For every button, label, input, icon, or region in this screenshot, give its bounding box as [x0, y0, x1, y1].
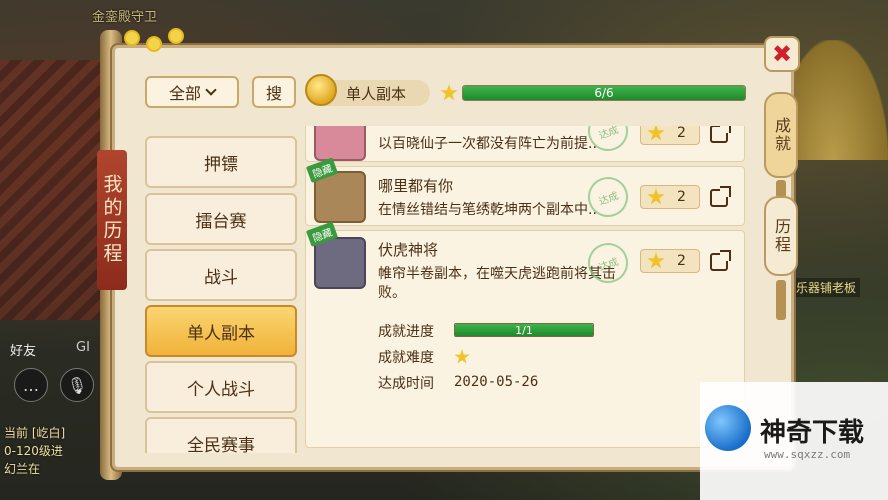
- difficulty-label: 成就难度: [378, 350, 434, 366]
- close-icon: ✖: [771, 40, 793, 68]
- filter-dropdown[interactable]: 全部: [145, 76, 239, 108]
- achievement-progress-text: 1/1: [515, 324, 533, 337]
- chat-line: 幻兰在: [4, 462, 41, 476]
- achievement-progress-bar: 1/1: [454, 323, 594, 337]
- category-item-battle[interactable]: 战斗: [145, 249, 297, 301]
- points-badge: 2: [640, 126, 700, 145]
- star-icon: [647, 188, 665, 205]
- points-value: 2: [677, 126, 686, 141]
- category-item-escort[interactable]: 押镖: [145, 136, 297, 188]
- category-item-personal-battle[interactable]: 个人战斗: [145, 361, 297, 413]
- date-label: 达成时间: [378, 376, 434, 392]
- close-button[interactable]: ✖: [764, 36, 800, 72]
- star-icon: [647, 126, 665, 141]
- filter-dropdown-label: 全部: [168, 84, 201, 103]
- category-progress-bar: 6/6: [462, 85, 746, 101]
- hud-g-label: GI: [76, 340, 90, 355]
- category-list[interactable]: 押镖 擂台赛 战斗 单人副本 个人战斗 全民赛事: [145, 118, 303, 453]
- tab-achievements[interactable]: 成就: [764, 92, 798, 178]
- watermark-logo: [705, 405, 751, 451]
- tab-history[interactable]: 历程: [764, 196, 798, 276]
- difficulty-star-icon: [454, 349, 470, 364]
- search-button[interactable]: 搜: [252, 76, 296, 108]
- date-value: 2020-05-26: [454, 374, 539, 390]
- panel-title: 我的历程: [97, 150, 127, 290]
- entry-title: 伏虎神将: [378, 241, 439, 259]
- trophy-icon: [305, 74, 337, 106]
- star-icon: [647, 252, 665, 269]
- flower-achievement-icon: [314, 126, 366, 161]
- flower-decoration: [118, 28, 198, 58]
- background-roof: [0, 60, 110, 320]
- points-badge: 2: [640, 249, 700, 273]
- watermark-title: 神奇下载: [760, 418, 865, 448]
- share-icon[interactable]: [710, 250, 731, 271]
- entry-title: 哪里都有你: [378, 177, 454, 195]
- chat-line: 0-120级进: [4, 444, 63, 458]
- microphone-icon[interactable]: 🎙: [60, 368, 94, 402]
- npc-guard-label: 金銮殿守卫: [92, 10, 158, 25]
- list-item[interactable]: 以百晓仙子一次都没有阵亡为前提.. 达成 2: [305, 126, 745, 162]
- points-badge: 2: [640, 185, 700, 209]
- category-item-arena[interactable]: 擂台赛: [145, 193, 297, 245]
- achievement-list[interactable]: 以百晓仙子一次都没有阵亡为前提.. 达成 2 隐藏 哪里都有你 在情丝错结与笔绣…: [305, 126, 747, 448]
- tiger-achievement-icon: [314, 237, 366, 289]
- category-item-public-event[interactable]: 全民赛事: [145, 417, 297, 453]
- npc-shop-label[interactable]: 乐器铺老板: [791, 278, 860, 297]
- chat-icon[interactable]: …: [14, 368, 48, 402]
- points-value: 2: [677, 189, 686, 205]
- category-progress-text: 6/6: [594, 86, 614, 100]
- progress-label: 成就进度: [378, 324, 434, 340]
- category-item-single-dungeon[interactable]: 单人副本: [145, 305, 297, 357]
- points-value: 2: [677, 253, 686, 269]
- list-item-expanded[interactable]: 隐藏 伏虎神将 帷帘半卷副本，在噬天虎逃跑前将其击败。 达成 2 成就进度 1/…: [305, 221, 745, 448]
- chevron-down-icon: [205, 84, 217, 96]
- chat-line: 当前 [屹白]: [4, 426, 66, 440]
- share-icon[interactable]: [710, 126, 731, 143]
- share-icon[interactable]: [710, 186, 731, 207]
- tab-tassel: [776, 280, 786, 320]
- list-item[interactable]: 隐藏 哪里都有你 在情丝错结与笔绣乾坤两个副本中.. 达成 2: [305, 157, 745, 226]
- watermark-url: www.sqxzz.com: [764, 448, 851, 461]
- friends-button[interactable]: 好友: [10, 340, 36, 359]
